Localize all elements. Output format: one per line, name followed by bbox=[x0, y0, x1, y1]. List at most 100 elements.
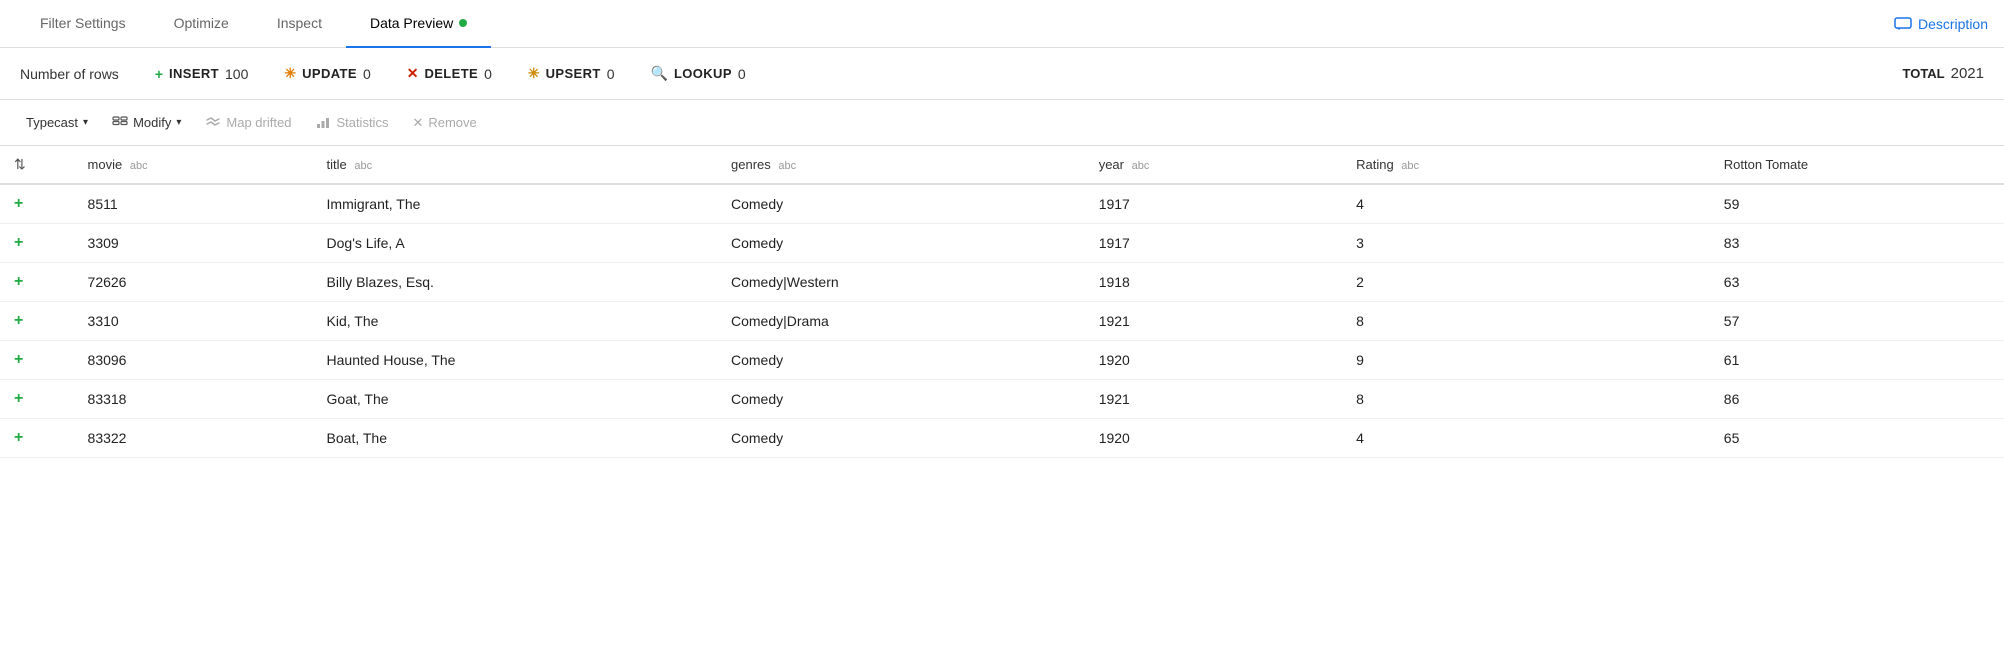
cell-rotten: 59 bbox=[1710, 184, 2004, 224]
col-header-movie[interactable]: movie abc bbox=[74, 146, 313, 184]
cell-rating: 8 bbox=[1342, 380, 1710, 419]
statistics-label: Statistics bbox=[336, 115, 388, 130]
row-insert-icon: + bbox=[14, 429, 23, 446]
cell-movie: 8511 bbox=[74, 184, 313, 224]
cell-rating: 4 bbox=[1342, 184, 1710, 224]
cell-movie: 72626 bbox=[74, 263, 313, 302]
delete-value: 0 bbox=[484, 66, 492, 82]
cell-genres: Comedy bbox=[717, 184, 1085, 224]
row-icon-cell: + bbox=[0, 184, 74, 224]
typecast-caret-icon: ▾ bbox=[83, 117, 88, 128]
table-row: + 83096 Haunted House, The Comedy 1920 9… bbox=[0, 341, 2004, 380]
cell-year: 1918 bbox=[1085, 263, 1342, 302]
upsert-value: 0 bbox=[607, 66, 615, 82]
modify-button[interactable]: Modify ▾ bbox=[102, 110, 191, 135]
row-insert-icon: + bbox=[14, 234, 23, 251]
tab-optimize-label: Optimize bbox=[174, 15, 229, 31]
delete-icon: ✕ bbox=[407, 65, 419, 82]
cell-rotten: 57 bbox=[1710, 302, 2004, 341]
table-row: + 72626 Billy Blazes, Esq. Comedy|Wester… bbox=[0, 263, 2004, 302]
cell-genres: Comedy|Drama bbox=[717, 302, 1085, 341]
cell-title: Kid, The bbox=[313, 302, 717, 341]
cell-year: 1920 bbox=[1085, 341, 1342, 380]
row-insert-icon: + bbox=[14, 195, 23, 212]
description-button[interactable]: Description bbox=[1894, 16, 1988, 32]
tab-filter-settings[interactable]: Filter Settings bbox=[16, 1, 150, 48]
row-icon-cell: + bbox=[0, 380, 74, 419]
cell-title: Haunted House, The bbox=[313, 341, 717, 380]
cell-year: 1920 bbox=[1085, 419, 1342, 458]
row-insert-icon: + bbox=[14, 273, 23, 290]
insert-label: INSERT bbox=[169, 66, 219, 81]
cell-rotten: 86 bbox=[1710, 380, 2004, 419]
table-row: + 83322 Boat, The Comedy 1920 4 65 bbox=[0, 419, 2004, 458]
insert-icon: + bbox=[155, 66, 163, 82]
upsert-icon: ✳ bbox=[528, 65, 540, 82]
insert-stat: + INSERT 100 bbox=[155, 66, 249, 82]
table-row: + 3310 Kid, The Comedy|Drama 1921 8 57 bbox=[0, 302, 2004, 341]
statistics-icon bbox=[315, 116, 331, 130]
table-row: + 83318 Goat, The Comedy 1921 8 86 bbox=[0, 380, 2004, 419]
cell-rating: 3 bbox=[1342, 224, 1710, 263]
data-table-container: ⇅ movie abc title abc genres abc year ab… bbox=[0, 146, 2004, 653]
upsert-stat: ✳ UPSERT 0 bbox=[528, 65, 615, 82]
tab-optimize[interactable]: Optimize bbox=[150, 1, 253, 48]
tab-data-preview[interactable]: Data Preview bbox=[346, 1, 491, 48]
cell-rating: 9 bbox=[1342, 341, 1710, 380]
upsert-label: UPSERT bbox=[546, 66, 601, 81]
modify-caret-icon: ▾ bbox=[176, 117, 181, 128]
cell-movie: 83096 bbox=[74, 341, 313, 380]
cell-rating: 8 bbox=[1342, 302, 1710, 341]
col-header-rating[interactable]: Rating abc bbox=[1342, 146, 1710, 184]
chat-icon bbox=[1894, 17, 1912, 31]
table-row: + 8511 Immigrant, The Comedy 1917 4 59 bbox=[0, 184, 2004, 224]
stats-bar: Number of rows + INSERT 100 ✳ UPDATE 0 ✕… bbox=[0, 48, 2004, 100]
col-header-indicator[interactable]: ⇅ bbox=[0, 146, 74, 184]
modify-label: Modify bbox=[133, 115, 171, 130]
total-stat: TOTAL 2021 bbox=[1903, 65, 1985, 82]
modify-icon bbox=[112, 116, 128, 130]
cell-movie: 3309 bbox=[74, 224, 313, 263]
update-stat: ✳ UPDATE 0 bbox=[284, 65, 370, 82]
cell-genres: Comedy bbox=[717, 341, 1085, 380]
tab-inspect-label: Inspect bbox=[277, 15, 322, 31]
table-header-row: ⇅ movie abc title abc genres abc year ab… bbox=[0, 146, 2004, 184]
row-icon-cell: + bbox=[0, 224, 74, 263]
cell-genres: Comedy bbox=[717, 380, 1085, 419]
description-label: Description bbox=[1918, 16, 1988, 32]
row-icon-cell: + bbox=[0, 419, 74, 458]
tab-inspect[interactable]: Inspect bbox=[253, 1, 346, 48]
col-header-year[interactable]: year abc bbox=[1085, 146, 1342, 184]
cell-movie: 83322 bbox=[74, 419, 313, 458]
lookup-icon: 🔍 bbox=[651, 65, 668, 82]
delete-label: DELETE bbox=[424, 66, 478, 81]
lookup-label: LOOKUP bbox=[674, 66, 732, 81]
map-drifted-label: Map drifted bbox=[226, 115, 291, 130]
update-icon: ✳ bbox=[284, 65, 296, 82]
col-header-genres[interactable]: genres abc bbox=[717, 146, 1085, 184]
remove-label: Remove bbox=[428, 115, 476, 130]
update-label: UPDATE bbox=[302, 66, 357, 81]
cell-year: 1921 bbox=[1085, 380, 1342, 419]
sort-icon: ⇅ bbox=[14, 156, 26, 172]
cell-rating: 4 bbox=[1342, 419, 1710, 458]
col-header-rotten-tomatoes[interactable]: Rotton Tomate bbox=[1710, 146, 2004, 184]
active-dot bbox=[459, 19, 467, 27]
cell-rotten: 65 bbox=[1710, 419, 2004, 458]
statistics-button[interactable]: Statistics bbox=[305, 110, 398, 135]
tab-data-preview-label: Data Preview bbox=[370, 15, 453, 31]
typecast-button[interactable]: Typecast ▾ bbox=[16, 110, 98, 135]
cell-genres: Comedy|Western bbox=[717, 263, 1085, 302]
remove-button[interactable]: ✕ Remove bbox=[402, 110, 486, 136]
delete-stat: ✕ DELETE 0 bbox=[407, 65, 492, 82]
col-header-title[interactable]: title abc bbox=[313, 146, 717, 184]
cell-title: Boat, The bbox=[313, 419, 717, 458]
table-row: + 3309 Dog's Life, A Comedy 1917 3 83 bbox=[0, 224, 2004, 263]
map-drifted-button[interactable]: Map drifted bbox=[195, 110, 301, 135]
cell-movie: 3310 bbox=[74, 302, 313, 341]
cell-title: Billy Blazes, Esq. bbox=[313, 263, 717, 302]
insert-value: 100 bbox=[225, 66, 248, 82]
row-icon-cell: + bbox=[0, 302, 74, 341]
cell-movie: 83318 bbox=[74, 380, 313, 419]
cell-title: Dog's Life, A bbox=[313, 224, 717, 263]
